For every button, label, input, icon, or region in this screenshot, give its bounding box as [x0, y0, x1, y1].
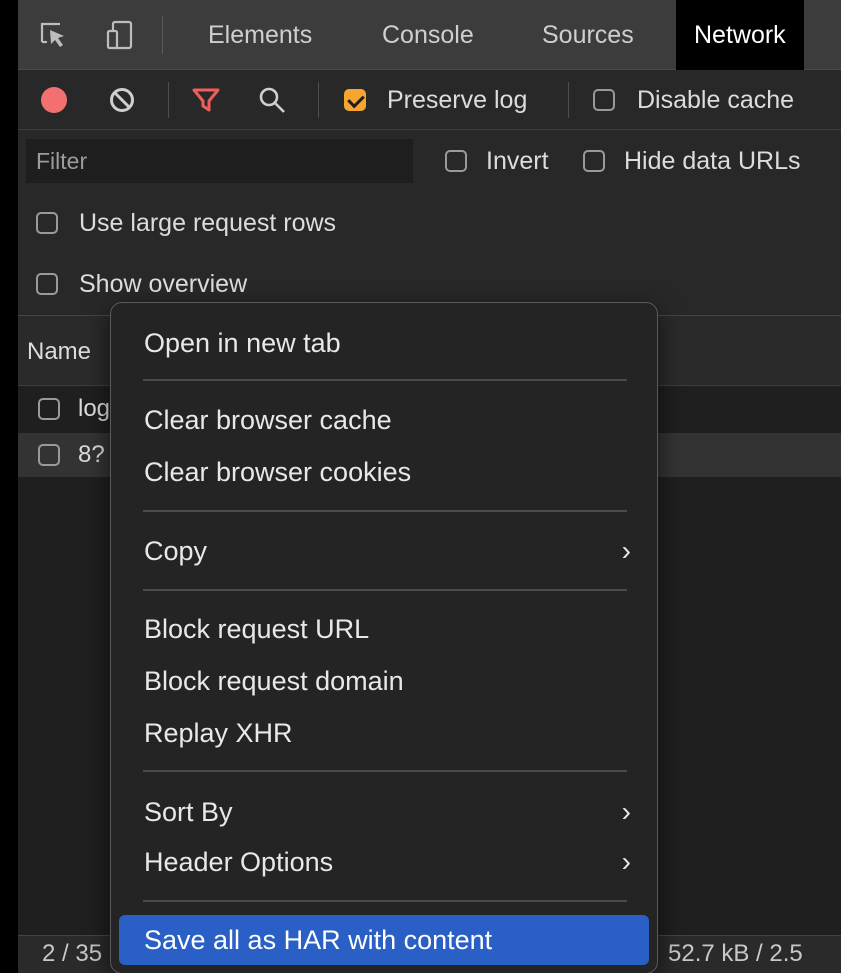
large-rows-label[interactable]: Use large request rows: [79, 209, 336, 238]
tab-console[interactable]: Console: [382, 0, 474, 70]
menu-item-label: Clear browser cache: [144, 405, 392, 435]
menu-item-label: Copy: [144, 536, 208, 566]
row-checkbox[interactable]: [38, 444, 60, 466]
menu-item-replay-xhr[interactable]: Replay XHR: [119, 708, 649, 758]
menu-item-label: Replay XHR: [144, 718, 293, 748]
menu-item-label: Save all as HAR with content: [144, 925, 493, 955]
toolbar-divider: [318, 82, 319, 118]
chevron-right-icon: ›: [621, 796, 631, 827]
show-overview-checkbox[interactable]: [36, 273, 58, 295]
menu-item-clear-cookies[interactable]: Clear browser cookies: [119, 447, 649, 497]
device-toolbar-icon[interactable]: [106, 20, 136, 50]
tabbar-divider: [162, 16, 163, 54]
invert-checkbox[interactable]: [445, 150, 467, 172]
request-count: 2 / 35: [42, 940, 103, 967]
menu-item-block-domain[interactable]: Block request domain: [119, 656, 649, 706]
chevron-right-icon: ›: [621, 535, 631, 566]
filter-icon[interactable]: [191, 86, 221, 119]
menu-item-block-url[interactable]: Block request URL: [119, 604, 649, 654]
large-rows-option: Use large request rows: [18, 193, 841, 253]
context-menu: Open in new tab Clear browser cache Clea…: [110, 302, 658, 973]
tab-network[interactable]: Network: [676, 0, 804, 70]
preserve-log-checkbox[interactable]: [344, 89, 366, 111]
menu-separator: [143, 510, 627, 512]
row-checkbox[interactable]: [38, 398, 60, 420]
disable-cache-checkbox[interactable]: [593, 89, 615, 111]
toolbar-divider: [168, 82, 169, 118]
record-icon[interactable]: [41, 87, 67, 113]
menu-item-label: Block request domain: [144, 666, 404, 696]
menu-item-copy[interactable]: Copy ›: [119, 526, 649, 576]
row-name: 8?: [78, 441, 105, 468]
menu-separator: [143, 770, 627, 772]
tab-elements[interactable]: Elements: [208, 0, 312, 70]
menu-item-save-har[interactable]: Save all as HAR with content: [119, 915, 649, 965]
preserve-log-label[interactable]: Preserve log: [387, 86, 527, 115]
filter-row: Invert Hide data URLs: [18, 131, 841, 191]
invert-label[interactable]: Invert: [486, 147, 549, 176]
menu-item-sort-by[interactable]: Sort By ›: [119, 787, 649, 837]
row-name: log: [78, 395, 111, 422]
devtools-tab-bar: Elements Console Sources Network: [18, 0, 841, 70]
menu-separator: [143, 379, 627, 381]
transfer-size: 52.7 kB / 2.5: [668, 940, 803, 967]
tab-sources[interactable]: Sources: [542, 0, 634, 70]
inspect-icon[interactable]: [38, 20, 68, 50]
menu-item-header-options[interactable]: Header Options ›: [119, 837, 649, 887]
menu-item-label: Block request URL: [144, 614, 370, 644]
menu-item-label: Sort By: [144, 797, 233, 827]
menu-item-open-new-tab[interactable]: Open in new tab: [119, 318, 649, 368]
chevron-right-icon: ›: [621, 846, 631, 877]
menu-item-label: Clear browser cookies: [144, 457, 412, 487]
hide-data-urls-label[interactable]: Hide data URLs: [624, 147, 800, 176]
network-toolbar: Preserve log Disable cache: [18, 70, 841, 130]
menu-separator: [143, 900, 627, 902]
show-overview-label[interactable]: Show overview: [79, 270, 247, 299]
hide-data-urls-checkbox[interactable]: [583, 150, 605, 172]
filter-input[interactable]: [26, 139, 413, 183]
menu-item-clear-cache[interactable]: Clear browser cache: [119, 395, 649, 445]
large-rows-checkbox[interactable]: [36, 212, 58, 234]
name-column-header[interactable]: Name: [27, 338, 91, 366]
toolbar-divider: [568, 82, 569, 118]
menu-item-label: Header Options: [144, 847, 334, 877]
menu-separator: [143, 589, 627, 591]
disable-cache-label[interactable]: Disable cache: [637, 86, 794, 115]
menu-item-label: Open in new tab: [144, 328, 341, 358]
search-icon[interactable]: [258, 86, 286, 119]
clear-icon[interactable]: [108, 86, 136, 119]
